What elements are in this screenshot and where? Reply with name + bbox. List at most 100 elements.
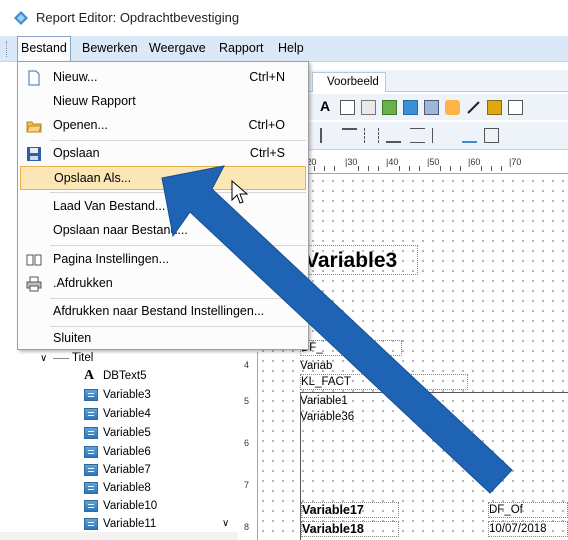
floppy-disk-icon xyxy=(27,147,41,161)
menu-separator xyxy=(50,245,306,246)
menu-item-nieuw[interactable]: Nieuw... Ctrl+N xyxy=(20,66,306,90)
chevron-down-icon[interactable]: ∨ xyxy=(40,350,47,367)
menu-item-afdrukken-naar-bestand-instellingen[interactable]: Afdrukken naar Bestand Instellingen... xyxy=(20,300,306,324)
dbimage-tool-icon[interactable] xyxy=(424,100,439,115)
ruler-label-30: |30 xyxy=(345,157,358,167)
menu-item-laad-van-bestand[interactable]: Laad Van Bestand... xyxy=(20,195,306,219)
open-folder-icon xyxy=(26,121,42,133)
ruler-tick xyxy=(368,166,369,171)
horizontal-ruler: |20 |30 |40 |50 |60 |70 xyxy=(300,154,568,174)
ruler-tick xyxy=(501,166,502,171)
ruler-tick xyxy=(481,166,482,171)
shape-tool-icon[interactable] xyxy=(340,100,355,115)
report-field-df[interactable]: DF_ xyxy=(300,340,402,356)
menu-separator xyxy=(50,298,306,299)
report-field-variable1[interactable]: Variable1 xyxy=(300,394,348,408)
tab-voorbeeld[interactable]: Voorbeeld xyxy=(312,72,386,92)
space-equal-icon[interactable] xyxy=(410,128,425,143)
vruler-label-8: 8 xyxy=(244,522,250,532)
component-toolbar: A xyxy=(306,94,568,120)
size-equal-icon[interactable] xyxy=(462,128,477,143)
ruler-tick xyxy=(419,166,420,171)
window-title: Report Editor: Opdrachtbevestiging xyxy=(36,10,240,25)
barcode-tool-icon[interactable] xyxy=(487,100,502,115)
report-field-variab[interactable]: Variab xyxy=(300,359,332,373)
variable-icon xyxy=(84,518,98,530)
ruler-label-50: |50 xyxy=(427,157,440,167)
mouse-cursor-icon xyxy=(231,180,249,204)
image-tool-icon[interactable] xyxy=(382,100,397,115)
variable-icon xyxy=(84,408,98,420)
band-separator xyxy=(300,392,568,393)
variable-icon xyxy=(84,389,98,401)
window-titlebar: Report Editor: Opdrachtbevestiging xyxy=(0,0,568,36)
report-field-variable36[interactable]: Variable36 xyxy=(300,410,354,424)
menu-item-openen[interactable]: Openen... Ctrl+O xyxy=(20,114,306,138)
menu-item-shortcut: Ctrl+N xyxy=(249,70,285,84)
bring-front-icon[interactable] xyxy=(484,128,499,143)
menu-item-opslaan-als[interactable]: Opslaan Als... xyxy=(20,166,306,190)
menu-item-pagina-instellingen[interactable]: Pagina Instellingen... xyxy=(20,248,306,272)
variable-icon xyxy=(84,500,98,512)
menu-item-label: Laad Van Bestand... xyxy=(53,199,166,213)
richtext-tool-icon[interactable] xyxy=(508,100,523,115)
menu-item-afdrukken[interactable]: .Afdrukken C xyxy=(20,272,306,296)
memo-tool-icon[interactable] xyxy=(361,100,376,115)
chart-tool-icon[interactable] xyxy=(445,100,460,115)
report-field-kl-fact[interactable]: KL_FACT xyxy=(300,374,468,390)
dbtext-tool-icon[interactable] xyxy=(403,100,418,115)
ruler-label-60: |60 xyxy=(468,157,481,167)
scroll-down-icon[interactable]: ∨ xyxy=(222,518,229,529)
menu-item-label: Afdrukken naar Bestand Instellingen... xyxy=(53,304,265,318)
ruler-tick xyxy=(334,166,335,171)
menu-item-label: Opslaan xyxy=(53,146,100,160)
align-toolbar xyxy=(306,122,568,150)
app-logo-icon xyxy=(14,11,28,25)
line-tool-icon[interactable] xyxy=(466,100,481,115)
align-top-icon[interactable] xyxy=(342,128,357,143)
menu-item-shortcut: Ctrl+O xyxy=(248,118,285,132)
tree-item-label: Variable4 xyxy=(103,408,151,420)
menu-weergave[interactable]: Weergave xyxy=(146,36,209,61)
align-bottom-icon[interactable] xyxy=(386,128,401,143)
variable-icon xyxy=(84,464,98,476)
report-field-variable17[interactable]: Variable17 xyxy=(301,502,399,518)
menu-bewerken[interactable]: Bewerken xyxy=(79,36,141,61)
ruler-tick xyxy=(324,166,325,171)
menu-item-label: Pagina Instellingen... xyxy=(53,252,170,266)
ruler-tick xyxy=(314,166,315,171)
horizontal-scrollbar[interactable] xyxy=(0,532,238,540)
tree-item-label: Variable7 xyxy=(103,464,151,476)
text-tool-icon[interactable]: A xyxy=(320,98,335,114)
menu-separator xyxy=(50,192,306,193)
new-document-icon xyxy=(28,70,40,86)
tree-item-label: Variable10 xyxy=(103,500,158,512)
align-left-icon[interactable] xyxy=(320,128,335,143)
menu-item-shortcut: Ctrl+S xyxy=(249,146,285,160)
menu-item-opslaan[interactable]: Opslaan Ctrl+S xyxy=(20,142,306,166)
page-setup-icon xyxy=(26,254,42,266)
ruler-tick xyxy=(409,166,410,171)
tree-item-label: Variable3 xyxy=(103,389,151,401)
align-center-icon[interactable] xyxy=(364,128,379,143)
report-field-variable3[interactable]: Variable3 xyxy=(302,245,418,275)
menu-bestand[interactable]: Bestand xyxy=(17,36,71,61)
ruler-tick xyxy=(378,166,379,171)
distribute-icon[interactable] xyxy=(432,128,447,143)
menu-item-opslaan-naar-bestand[interactable]: Opslaan naar Bestand... xyxy=(20,219,306,243)
menu-rapport[interactable]: Rapport xyxy=(216,36,266,61)
menu-item-sluiten[interactable]: Sluiten xyxy=(20,327,306,351)
editor-tab-row: Voorbeeld xyxy=(306,70,568,92)
tree-group-label: Titel xyxy=(72,352,94,364)
menu-item-label: Sluiten xyxy=(53,331,92,345)
menu-item-nieuw-rapport[interactable]: Nieuw Rapport xyxy=(20,90,306,114)
report-field-date[interactable]: 10/07/2018 xyxy=(488,521,568,537)
menu-item-label: Nieuw... xyxy=(53,70,98,84)
ruler-tick xyxy=(450,166,451,171)
report-field-variable18[interactable]: Variable18 xyxy=(301,521,399,537)
ruler-tick xyxy=(358,166,359,171)
menu-item-label: Nieuw Rapport xyxy=(53,94,136,108)
menu-item-label: Opslaan naar Bestand... xyxy=(53,223,188,237)
menu-help[interactable]: Help xyxy=(275,36,307,61)
report-field-df-of[interactable]: DF_Of xyxy=(488,502,568,518)
